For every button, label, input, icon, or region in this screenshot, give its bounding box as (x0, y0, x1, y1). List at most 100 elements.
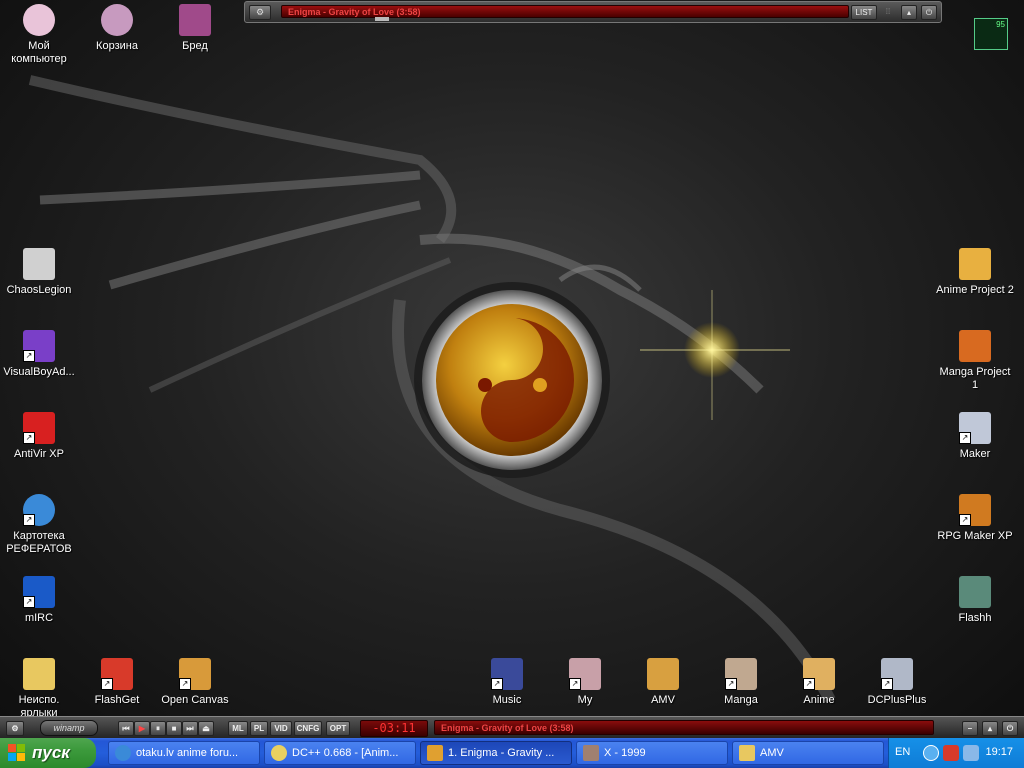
desktop-icon-music[interactable]: ↗ Music (468, 658, 546, 707)
flashget-icon: ↗ (101, 658, 133, 690)
icon-label: Maker (959, 448, 991, 460)
folder-icon (739, 745, 755, 761)
vid-button[interactable]: VID (270, 721, 292, 736)
system-tray: EN 19:17 (888, 738, 1024, 768)
eject-button[interactable]: ⏏ (198, 721, 214, 736)
icon-label: Мой компьютер (11, 40, 67, 65)
shortcut-arrow-icon: ↗ (803, 678, 815, 690)
prev-button[interactable]: ⏮ (118, 721, 134, 736)
my-icon: ↗ (569, 658, 601, 690)
winamp-list-button[interactable]: LIST (851, 5, 877, 20)
shortcut-arrow-icon: ↗ (23, 514, 35, 526)
icon-label: Manga (724, 694, 758, 706)
cpu-monitor-value: 95 (996, 20, 1005, 29)
chaoslegion-icon (23, 248, 55, 280)
winamp-title-bar[interactable]: ⚙ Enigma - Gravity of Love (3:58) LIST ⁞… (244, 1, 942, 23)
mirc-icon: ↗ (23, 576, 55, 608)
icon-label: Картотека РЕФЕРАТОВ (6, 530, 72, 555)
desktop-icon-open-canvas[interactable]: ↗ Open Canvas (156, 658, 234, 707)
winamp-seek-handle[interactable] (375, 17, 389, 21)
desktop-icon-mirc[interactable]: ↗ mIRC (0, 576, 78, 625)
amv-icon (647, 658, 679, 690)
show-hidden-icons-icon[interactable] (923, 745, 939, 761)
icon-label: Manga Project 1 (939, 366, 1011, 391)
desktop-icon-maker[interactable]: ↗ Maker (936, 412, 1014, 461)
open-canvas-icon: ↗ (179, 658, 211, 690)
recycle-bin-icon (101, 4, 133, 36)
desktop-icon-visualboy[interactable]: ↗ VisualBoyAd... (0, 330, 78, 379)
start-button[interactable]: пуск (0, 738, 96, 768)
antivir-icon: ↗ (23, 412, 55, 444)
opt-button[interactable]: OPT (326, 721, 350, 736)
taskbar-item-label: 1. Enigma - Gravity ... (448, 747, 555, 759)
taskbar-item-x1999[interactable]: X - 1999 (576, 741, 728, 765)
image-icon (583, 745, 599, 761)
network-icon[interactable] (963, 745, 979, 761)
taskbar-item-winamp[interactable]: 1. Enigma - Gravity ... (420, 741, 572, 765)
winamp-grip-icon[interactable]: ⁞⁞ (879, 5, 897, 18)
shortcuts-folder-icon (23, 658, 55, 690)
icon-label: AntiVir XP (14, 448, 64, 460)
winamp-bottom-shade-button[interactable]: ▴ (982, 721, 998, 736)
desktop-icon-anime-project[interactable]: Anime Project 2 (936, 248, 1014, 297)
winamp-song-ticker[interactable]: Enigma - Gravity of Love (3:58) (281, 5, 849, 18)
desktop-icon-chaoslegion[interactable]: ChaosLegion (0, 248, 78, 297)
desktop-icon-unused-shortcuts[interactable]: Неиспо. ярлыки (0, 658, 78, 720)
shortcut-arrow-icon: ↗ (569, 678, 581, 690)
icon-label: VisualBoyAd... (3, 366, 75, 378)
winamp-minimize-button[interactable]: ▴ (901, 5, 917, 20)
icon-label: ChaosLegion (6, 284, 72, 296)
winamp-icon (427, 745, 443, 761)
desktop-icon-bred[interactable]: Бред (156, 4, 234, 53)
language-indicator[interactable]: EN (895, 746, 910, 758)
winamp-power-button[interactable]: ⏻ (921, 5, 937, 20)
play-button[interactable]: ▶ (134, 721, 150, 736)
shortcut-arrow-icon: ↗ (23, 350, 35, 362)
desktop-icon-recycle-bin[interactable]: Корзина (78, 4, 156, 53)
desktop-icon-rpg-maker[interactable]: ↗ RPG Maker XP (936, 494, 1014, 543)
anime-project-icon (959, 248, 991, 280)
icon-label: Бред (182, 40, 208, 52)
next-button[interactable]: ⏭ (182, 721, 198, 736)
windows-logo-icon (8, 744, 26, 762)
desktop-icon-flashh[interactable]: Flashh (936, 576, 1014, 625)
desktop-icon-manga-project[interactable]: Manga Project 1 (936, 330, 1014, 392)
stop-button[interactable]: ■ (166, 721, 182, 736)
desktop-icon-my-computer[interactable]: Мой компьютер (0, 4, 78, 66)
desktop: Мой компьютер Корзина Бред ChaosLegion ↗… (0, 0, 1024, 738)
icon-label: DCPlusPlus (867, 694, 927, 706)
icon-label: mIRC (24, 612, 54, 624)
start-label: пуск (32, 743, 70, 762)
pl-button[interactable]: PL (250, 721, 268, 736)
desktop-icon-antivir[interactable]: ↗ AntiVir XP (0, 412, 78, 461)
desktop-icon-amv[interactable]: AMV (624, 658, 702, 707)
taskbar-item-otaku[interactable]: otaku.lv anime foru... (108, 741, 260, 765)
taskbar-item-dcplusplus[interactable]: DC++ 0.668 - [Anim... (264, 741, 416, 765)
desktop-icon-kartoteka[interactable]: ↗ Картотека РЕФЕРАТОВ (0, 494, 78, 556)
anime-icon: ↗ (803, 658, 835, 690)
cnfg-button[interactable]: CNFG (294, 721, 322, 736)
flashget-tray-icon[interactable] (943, 745, 959, 761)
taskbar-item-amv[interactable]: AMV (732, 741, 884, 765)
clock[interactable]: 19:17 (985, 746, 1013, 758)
winamp-bottom-menu-button[interactable]: ⚙ (6, 721, 24, 736)
ml-button[interactable]: ML (228, 721, 248, 736)
my-computer-icon (23, 4, 55, 36)
icon-label: RPG Maker XP (937, 530, 1013, 542)
desktop-icon-flashget[interactable]: ↗ FlashGet (78, 658, 156, 707)
flashh-icon (959, 576, 991, 608)
winamp-bottom-minimize-button[interactable]: – (962, 721, 978, 736)
winamp-control-bar[interactable]: ⚙ winamp ⏮ ▶ ⏸ ■ ⏭ ⏏ ML PL VID CNFG OPT … (0, 716, 1024, 738)
desktop-icon-anime[interactable]: ↗ Anime (780, 658, 858, 707)
winamp-logo: winamp (40, 720, 98, 736)
winamp-bottom-power-button[interactable]: ⏻ (1002, 721, 1018, 736)
winamp-bottom-song-ticker[interactable]: Enigma - Gravity of Love (3:58) (434, 720, 934, 735)
desktop-icon-dcplusplus[interactable]: ↗ DCPlusPlus (858, 658, 936, 707)
desktop-icon-my[interactable]: ↗ My (546, 658, 624, 707)
winamp-menu-button[interactable]: ⚙ (249, 5, 271, 20)
pause-button[interactable]: ⏸ (150, 721, 166, 736)
icon-label: Music (492, 694, 522, 706)
winamp-time-display[interactable]: -03:11 (360, 720, 428, 737)
desktop-icon-manga[interactable]: ↗ Manga (702, 658, 780, 707)
taskbar-item-label: DC++ 0.668 - [Anim... (292, 747, 399, 759)
